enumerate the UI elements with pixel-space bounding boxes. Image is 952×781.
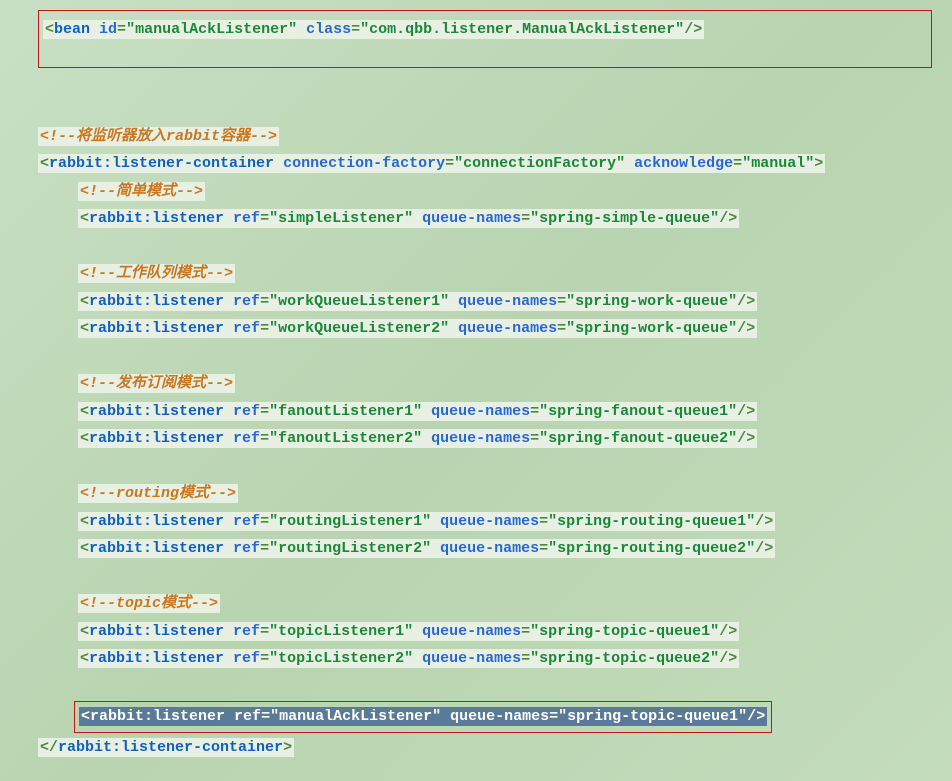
code-block: <!--将监听器放入rabbit容器--> <rabbit:listener-c…: [0, 68, 952, 762]
listener-line: <rabbit:listener ref="topicListener2" qu…: [38, 645, 952, 673]
selected-listener-line: <rabbit:listener ref="manualAckListener"…: [79, 707, 767, 726]
blank-line: [38, 233, 952, 261]
comment-line: <!--routing模式-->: [38, 480, 952, 508]
highlighted-listener-row: <rabbit:listener ref="manualAckListener"…: [38, 700, 952, 734]
listener-line: <rabbit:listener ref="topicListener1" qu…: [38, 618, 952, 646]
container-open-line: <rabbit:listener-container connection-fa…: [38, 150, 952, 178]
comment-line: <!--工作队列模式-->: [38, 260, 952, 288]
blank-line: [38, 563, 952, 591]
comment-line: <!--简单模式-->: [38, 178, 952, 206]
highlighted-listener-box: <rabbit:listener ref="manualAckListener"…: [74, 701, 772, 733]
blank-line: [38, 95, 952, 123]
blank-line: [38, 68, 952, 96]
listener-line: <rabbit:listener ref="fanoutListener1" q…: [38, 398, 952, 426]
container-close-line: </rabbit:listener-container>: [38, 734, 952, 762]
bean-definition-line: <bean id="manualAckListener" class="com.…: [43, 20, 704, 39]
comment-line: <!--发布订阅模式-->: [38, 370, 952, 398]
listener-line: <rabbit:listener ref="workQueueListener2…: [38, 315, 952, 343]
blank-line: [38, 673, 952, 701]
listener-line: <rabbit:listener ref="workQueueListener1…: [38, 288, 952, 316]
comment-line: <!--将监听器放入rabbit容器-->: [38, 123, 952, 151]
listener-line: <rabbit:listener ref="routingListener2" …: [38, 535, 952, 563]
listener-line: <rabbit:listener ref="routingListener1" …: [38, 508, 952, 536]
comment-line: <!--topic模式-->: [38, 590, 952, 618]
highlighted-bean-box: <bean id="manualAckListener" class="com.…: [38, 10, 932, 68]
listener-line: <rabbit:listener ref="simpleListener" qu…: [38, 205, 952, 233]
blank-line: [38, 343, 952, 371]
blank-line: [38, 453, 952, 481]
listener-line: <rabbit:listener ref="fanoutListener2" q…: [38, 425, 952, 453]
code-viewer: <bean id="manualAckListener" class="com.…: [0, 0, 952, 781]
